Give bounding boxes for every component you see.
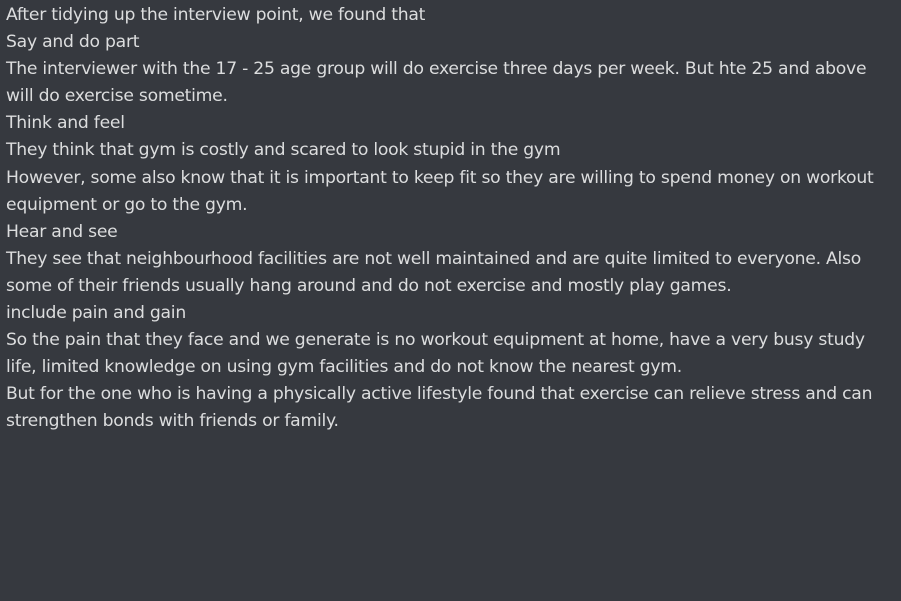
message-paragraph-exercise-frequency: The interviewer with the 17 - 25 age gro… [6, 59, 867, 107]
message-line-gym-costly: They think that gym is costly and scared… [6, 140, 561, 161]
message-paragraph-gain: But for the one who is having a physical… [6, 384, 873, 432]
message-heading-hear-and-see: Hear and see [6, 221, 118, 242]
message-paragraph-pain: So the pain that they face and we genera… [6, 330, 865, 378]
message-paragraph-keep-fit: However, some also know that it is impor… [6, 167, 874, 215]
chat-message-body: After tidying up the interview point, we… [0, 0, 901, 601]
message-heading-pain-and-gain: include pain and gain [6, 303, 186, 324]
message-heading-say-and-do: Say and do part [6, 32, 140, 53]
message-paragraph-facilities: They see that neighbourhood facilities a… [6, 248, 862, 296]
message-heading-think-and-feel: Think and feel [6, 113, 125, 134]
message-line-intro: After tidying up the interview point, we… [6, 5, 426, 25]
